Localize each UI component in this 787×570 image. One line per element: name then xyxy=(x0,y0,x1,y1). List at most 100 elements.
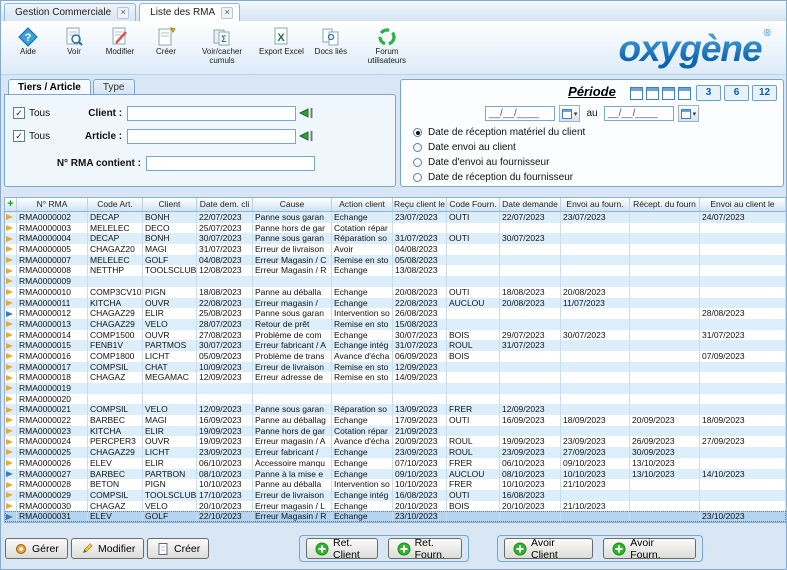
table-row[interactable]: RMA0000025CHAGAZ29LICHT23/09/2023Erreur … xyxy=(5,447,786,458)
radio-date-reception-fournisseur[interactable]: Date de réception du fournisseur xyxy=(413,170,585,185)
table-row[interactable]: RMA0000027BARBECPARTBON08/10/2023Panne à… xyxy=(5,469,786,480)
column-header[interactable]: Action client xyxy=(332,198,393,211)
column-header[interactable]: Date demande xyxy=(500,198,561,211)
calendar-icon[interactable] xyxy=(646,87,659,100)
table-row[interactable]: RMA0000030CHAGAZVELO20/10/2023Erreur mag… xyxy=(5,501,786,512)
tab-tiers-article[interactable]: Tiers / Article xyxy=(8,79,91,95)
table-row[interactable]: RMA0000007MELELECGOLF04/08/2023Erreur Ma… xyxy=(5,255,786,266)
table-row[interactable]: RMA0000026ELEVELIR06/10/2023Accessoire m… xyxy=(5,458,786,469)
table-row[interactable]: RMA0000024PERCPER3OUVR19/09/2023Erreur m… xyxy=(5,436,786,447)
period-3-months-button[interactable]: 3 xyxy=(696,85,721,101)
column-header[interactable]: N° RMA xyxy=(17,198,88,211)
column-header[interactable]: Envoi au fourn. xyxy=(561,198,630,211)
date-from-input[interactable]: __/__/____ xyxy=(485,106,555,121)
table-row[interactable]: RMA0000023KITCHAELIR19/09/2023Panne hors… xyxy=(5,426,786,437)
table-row[interactable]: RMA0000002DECAPBONH22/07/2023Panne sous … xyxy=(5,212,786,223)
table-cell: 20/09/2023 xyxy=(393,436,447,447)
creer-button[interactable]: Créer xyxy=(147,538,209,559)
table-row[interactable]: RMA0000029COMPSILTOOLSCLUB17/10/2023Erre… xyxy=(5,490,786,501)
tab-liste-des-rma[interactable]: Liste des RMA × xyxy=(139,3,240,21)
table-row[interactable]: RMA0000004DECAPBONH30/07/2023Panne sous … xyxy=(5,233,786,244)
table-cell: Echange xyxy=(332,330,393,341)
table-row[interactable]: RMA0000010COMP3CV10PIGN18/08/2023Panne a… xyxy=(5,287,786,298)
client-input[interactable] xyxy=(127,106,296,121)
column-header[interactable]: Code Fourn. xyxy=(447,198,500,211)
table-cell: BOIS xyxy=(447,501,500,512)
tab-type[interactable]: Type xyxy=(93,79,135,95)
rma-contains-input[interactable] xyxy=(146,156,315,171)
help-button[interactable]: ? Aide xyxy=(6,24,50,59)
date-from-calendar-button[interactable]: ▾ xyxy=(559,105,581,122)
table-row[interactable]: RMA0000012CHAGAZ29ELIR25/08/2023Panne so… xyxy=(5,308,786,319)
table-row[interactable]: RMA0000017COMPSILCHAT10/09/2023Erreur de… xyxy=(5,362,786,373)
retour-group: Ret. Client Ret. Fourn. xyxy=(299,535,469,562)
column-header[interactable]: Envoi au client le xyxy=(700,198,786,211)
table-cell: 12/09/2023 xyxy=(197,372,253,383)
table-row[interactable]: RMA0000005CHAGAZ20MAGI31/07/2023Erreur d… xyxy=(5,244,786,255)
date-to-input[interactable]: __/__/____ xyxy=(604,106,674,121)
avoir-client-button[interactable]: Avoir Client xyxy=(504,538,593,559)
radio-date-envoi-client[interactable]: Date envoi au client xyxy=(413,140,585,155)
column-header[interactable]: Reçu client le xyxy=(393,198,447,211)
tab-gestion-commerciale[interactable]: Gestion Commerciale × xyxy=(4,3,136,21)
table-cell xyxy=(561,490,630,501)
table-row[interactable]: RMA0000015FENB1VPARTMOS30/07/2023Erreur … xyxy=(5,340,786,351)
gerer-button[interactable]: Gérer xyxy=(5,538,68,559)
modify-button[interactable]: Modifier xyxy=(98,24,142,59)
article-lookup-icon[interactable] xyxy=(299,130,314,142)
table-row[interactable]: RMA0000008NETTHPTOOLSCLUB12/08/2023Erreu… xyxy=(5,265,786,276)
close-icon[interactable]: × xyxy=(221,7,233,19)
radio-date-reception-client[interactable]: Date de réception matériel du client xyxy=(413,125,585,140)
table-row[interactable]: RMA0000016COMP1800LICHT05/09/2023Problèm… xyxy=(5,351,786,362)
period-12-months-button[interactable]: 12 xyxy=(752,85,777,101)
table-cell: RMA0000012 xyxy=(17,308,88,319)
period-6-months-button[interactable]: 6 xyxy=(724,85,749,101)
radio-date-envoi-fournisseur[interactable]: Date d'envoi au fournisseur xyxy=(413,155,585,170)
view-button[interactable]: Voir xyxy=(52,24,96,59)
export-excel-button[interactable]: X Export Excel xyxy=(256,24,307,59)
table-row[interactable]: RMA0000003MELELECDECO25/07/2023Panne hor… xyxy=(5,223,786,234)
avoir-fournisseur-button[interactable]: Avoir Fourn. xyxy=(603,538,696,559)
client-lookup-icon[interactable] xyxy=(299,107,314,119)
table-row[interactable]: RMA0000020 xyxy=(5,394,786,405)
close-icon[interactable]: × xyxy=(117,7,129,19)
table-cell: CHAGAZ29 xyxy=(88,447,143,458)
table-row[interactable]: RMA0000028BETONPIGN10/10/2023Panne au dé… xyxy=(5,479,786,490)
table-row[interactable]: RMA0000021COMPSILVELO12/09/2023Panne sou… xyxy=(5,404,786,415)
calendar-icon[interactable] xyxy=(662,87,675,100)
row-flag-icon xyxy=(5,308,17,319)
table-row[interactable]: RMA0000009 xyxy=(5,276,786,287)
retour-fournisseur-button[interactable]: Ret. Fourn. xyxy=(388,538,462,559)
date-to-calendar-button[interactable]: ▾ xyxy=(678,105,700,122)
table-row[interactable]: RMA0000019 xyxy=(5,383,786,394)
article-input[interactable] xyxy=(127,129,296,144)
table-cell: 10/10/2023 xyxy=(393,479,447,490)
create-button[interactable]: Créer xyxy=(144,24,188,59)
column-header[interactable]: Code Art. xyxy=(88,198,143,211)
linked-docs-button[interactable]: Docs liés xyxy=(309,24,353,59)
tous-article-checkbox[interactable]: ✓ xyxy=(13,130,25,142)
table-cell: FENB1V xyxy=(88,340,143,351)
add-row-header[interactable]: + xyxy=(5,198,17,211)
table-cell xyxy=(447,308,500,319)
retour-client-button[interactable]: Ret. Client xyxy=(306,538,378,559)
column-header[interactable]: Récept. du fourn xyxy=(630,198,700,211)
calendar-icon[interactable] xyxy=(678,87,691,100)
table-row[interactable]: RMA0000031ELEVGOLF22/10/2023Erreur Magas… xyxy=(5,511,786,522)
table-cell: PARTBON xyxy=(143,469,197,480)
column-header[interactable]: Date dem. cli xyxy=(197,198,253,211)
column-header[interactable]: Client xyxy=(143,198,197,211)
tous-client-checkbox[interactable]: ✓ xyxy=(13,107,25,119)
table-row[interactable]: RMA0000018CHAGAZMEGAMAC12/09/2023Erreur … xyxy=(5,372,786,383)
table-row[interactable]: RMA0000013CHAGAZ29VELO28/07/2023Retour d… xyxy=(5,319,786,330)
table-row[interactable]: RMA0000014COMP1500OUVR27/08/2023Problème… xyxy=(5,330,786,341)
table-cell xyxy=(630,330,700,341)
table-cell xyxy=(630,362,700,373)
toggle-totals-button[interactable]: Σ Voir/cacher cumuls xyxy=(190,24,254,67)
table-row[interactable]: RMA0000011KITCHAOUVR22/08/2023Erreur mag… xyxy=(5,298,786,309)
column-header[interactable]: Cause xyxy=(253,198,332,211)
calendar-icon[interactable] xyxy=(630,87,643,100)
table-row[interactable]: RMA0000022BARBECMAGI16/09/2023Panne au d… xyxy=(5,415,786,426)
modifier-button[interactable]: Modifier xyxy=(71,538,144,559)
forum-button[interactable]: Forum utilisateurs xyxy=(355,24,419,67)
